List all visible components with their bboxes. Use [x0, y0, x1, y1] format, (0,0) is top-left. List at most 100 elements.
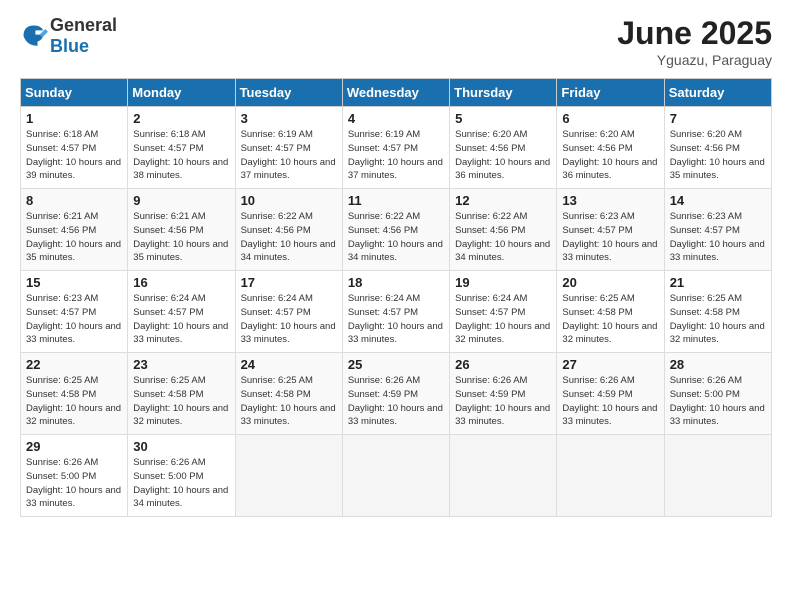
table-row: 7 Sunrise: 6:20 AMSunset: 4:56 PMDayligh… — [664, 107, 771, 189]
day-info: Sunrise: 6:19 AMSunset: 4:57 PMDaylight:… — [241, 129, 336, 181]
table-row: 2 Sunrise: 6:18 AMSunset: 4:57 PMDayligh… — [128, 107, 235, 189]
day-number: 24 — [241, 357, 337, 372]
day-number: 2 — [133, 111, 229, 126]
table-row: 19 Sunrise: 6:24 AMSunset: 4:57 PMDaylig… — [450, 271, 557, 353]
day-info: Sunrise: 6:26 AMSunset: 4:59 PMDaylight:… — [348, 375, 443, 427]
col-thursday: Thursday — [450, 79, 557, 107]
table-row — [450, 435, 557, 517]
day-number: 19 — [455, 275, 551, 290]
day-number: 30 — [133, 439, 229, 454]
day-info: Sunrise: 6:25 AMSunset: 4:58 PMDaylight:… — [562, 293, 657, 345]
day-info: Sunrise: 6:21 AMSunset: 4:56 PMDaylight:… — [133, 211, 228, 263]
table-row: 8 Sunrise: 6:21 AMSunset: 4:56 PMDayligh… — [21, 189, 128, 271]
table-row: 11 Sunrise: 6:22 AMSunset: 4:56 PMDaylig… — [342, 189, 449, 271]
day-number: 28 — [670, 357, 766, 372]
table-row — [664, 435, 771, 517]
logo: General Blue — [20, 15, 117, 57]
col-friday: Friday — [557, 79, 664, 107]
day-number: 15 — [26, 275, 122, 290]
day-number: 11 — [348, 193, 444, 208]
day-info: Sunrise: 6:18 AMSunset: 4:57 PMDaylight:… — [26, 129, 121, 181]
day-number: 14 — [670, 193, 766, 208]
day-info: Sunrise: 6:23 AMSunset: 4:57 PMDaylight:… — [670, 211, 765, 263]
day-info: Sunrise: 6:25 AMSunset: 4:58 PMDaylight:… — [133, 375, 228, 427]
day-info: Sunrise: 6:20 AMSunset: 4:56 PMDaylight:… — [562, 129, 657, 181]
day-info: Sunrise: 6:21 AMSunset: 4:56 PMDaylight:… — [26, 211, 121, 263]
day-info: Sunrise: 6:26 AMSunset: 5:00 PMDaylight:… — [133, 457, 228, 509]
day-number: 27 — [562, 357, 658, 372]
col-wednesday: Wednesday — [342, 79, 449, 107]
month-title: June 2025 — [617, 15, 772, 52]
logo-general: General — [50, 15, 117, 35]
day-number: 12 — [455, 193, 551, 208]
title-block: June 2025 Yguazu, Paraguay — [617, 15, 772, 68]
day-number: 3 — [241, 111, 337, 126]
day-info: Sunrise: 6:25 AMSunset: 4:58 PMDaylight:… — [26, 375, 121, 427]
table-row: 20 Sunrise: 6:25 AMSunset: 4:58 PMDaylig… — [557, 271, 664, 353]
table-row: 24 Sunrise: 6:25 AMSunset: 4:58 PMDaylig… — [235, 353, 342, 435]
day-number: 6 — [562, 111, 658, 126]
day-number: 7 — [670, 111, 766, 126]
col-monday: Monday — [128, 79, 235, 107]
day-number: 10 — [241, 193, 337, 208]
day-number: 5 — [455, 111, 551, 126]
col-sunday: Sunday — [21, 79, 128, 107]
table-row: 9 Sunrise: 6:21 AMSunset: 4:56 PMDayligh… — [128, 189, 235, 271]
day-info: Sunrise: 6:19 AMSunset: 4:57 PMDaylight:… — [348, 129, 443, 181]
day-info: Sunrise: 6:24 AMSunset: 4:57 PMDaylight:… — [241, 293, 336, 345]
day-number: 25 — [348, 357, 444, 372]
day-info: Sunrise: 6:26 AMSunset: 4:59 PMDaylight:… — [455, 375, 550, 427]
table-row: 21 Sunrise: 6:25 AMSunset: 4:58 PMDaylig… — [664, 271, 771, 353]
table-row: 17 Sunrise: 6:24 AMSunset: 4:57 PMDaylig… — [235, 271, 342, 353]
page: General Blue June 2025 Yguazu, Paraguay … — [0, 0, 792, 612]
table-row: 6 Sunrise: 6:20 AMSunset: 4:56 PMDayligh… — [557, 107, 664, 189]
logo-blue-text: Blue — [50, 36, 89, 56]
table-row — [557, 435, 664, 517]
header: General Blue June 2025 Yguazu, Paraguay — [20, 15, 772, 68]
table-row: 28 Sunrise: 6:26 AMSunset: 5:00 PMDaylig… — [664, 353, 771, 435]
day-number: 29 — [26, 439, 122, 454]
table-row: 18 Sunrise: 6:24 AMSunset: 4:57 PMDaylig… — [342, 271, 449, 353]
table-row: 1 Sunrise: 6:18 AMSunset: 4:57 PMDayligh… — [21, 107, 128, 189]
table-row: 5 Sunrise: 6:20 AMSunset: 4:56 PMDayligh… — [450, 107, 557, 189]
col-tuesday: Tuesday — [235, 79, 342, 107]
table-row: 15 Sunrise: 6:23 AMSunset: 4:57 PMDaylig… — [21, 271, 128, 353]
table-row — [342, 435, 449, 517]
day-info: Sunrise: 6:25 AMSunset: 4:58 PMDaylight:… — [241, 375, 336, 427]
calendar-row: 22 Sunrise: 6:25 AMSunset: 4:58 PMDaylig… — [21, 353, 772, 435]
day-info: Sunrise: 6:26 AMSunset: 5:00 PMDaylight:… — [26, 457, 121, 509]
day-info: Sunrise: 6:20 AMSunset: 4:56 PMDaylight:… — [670, 129, 765, 181]
day-number: 18 — [348, 275, 444, 290]
table-row: 4 Sunrise: 6:19 AMSunset: 4:57 PMDayligh… — [342, 107, 449, 189]
subtitle: Yguazu, Paraguay — [617, 52, 772, 68]
calendar-row: 1 Sunrise: 6:18 AMSunset: 4:57 PMDayligh… — [21, 107, 772, 189]
header-row: Sunday Monday Tuesday Wednesday Thursday… — [21, 79, 772, 107]
day-number: 16 — [133, 275, 229, 290]
table-row: 10 Sunrise: 6:22 AMSunset: 4:56 PMDaylig… — [235, 189, 342, 271]
calendar-row: 15 Sunrise: 6:23 AMSunset: 4:57 PMDaylig… — [21, 271, 772, 353]
day-info: Sunrise: 6:26 AMSunset: 4:59 PMDaylight:… — [562, 375, 657, 427]
logo-text: General Blue — [50, 15, 117, 57]
day-number: 8 — [26, 193, 122, 208]
table-row: 27 Sunrise: 6:26 AMSunset: 4:59 PMDaylig… — [557, 353, 664, 435]
day-number: 17 — [241, 275, 337, 290]
logo-icon — [20, 22, 48, 50]
day-number: 4 — [348, 111, 444, 126]
day-info: Sunrise: 6:18 AMSunset: 4:57 PMDaylight:… — [133, 129, 228, 181]
day-number: 9 — [133, 193, 229, 208]
day-info: Sunrise: 6:26 AMSunset: 5:00 PMDaylight:… — [670, 375, 765, 427]
day-info: Sunrise: 6:24 AMSunset: 4:57 PMDaylight:… — [455, 293, 550, 345]
table-row: 16 Sunrise: 6:24 AMSunset: 4:57 PMDaylig… — [128, 271, 235, 353]
table-row: 3 Sunrise: 6:19 AMSunset: 4:57 PMDayligh… — [235, 107, 342, 189]
day-number: 23 — [133, 357, 229, 372]
table-row: 22 Sunrise: 6:25 AMSunset: 4:58 PMDaylig… — [21, 353, 128, 435]
table-row: 29 Sunrise: 6:26 AMSunset: 5:00 PMDaylig… — [21, 435, 128, 517]
calendar-table: Sunday Monday Tuesday Wednesday Thursday… — [20, 78, 772, 517]
calendar-row: 29 Sunrise: 6:26 AMSunset: 5:00 PMDaylig… — [21, 435, 772, 517]
calendar-row: 8 Sunrise: 6:21 AMSunset: 4:56 PMDayligh… — [21, 189, 772, 271]
col-saturday: Saturday — [664, 79, 771, 107]
day-info: Sunrise: 6:25 AMSunset: 4:58 PMDaylight:… — [670, 293, 765, 345]
day-info: Sunrise: 6:23 AMSunset: 4:57 PMDaylight:… — [562, 211, 657, 263]
table-row — [235, 435, 342, 517]
table-row: 23 Sunrise: 6:25 AMSunset: 4:58 PMDaylig… — [128, 353, 235, 435]
